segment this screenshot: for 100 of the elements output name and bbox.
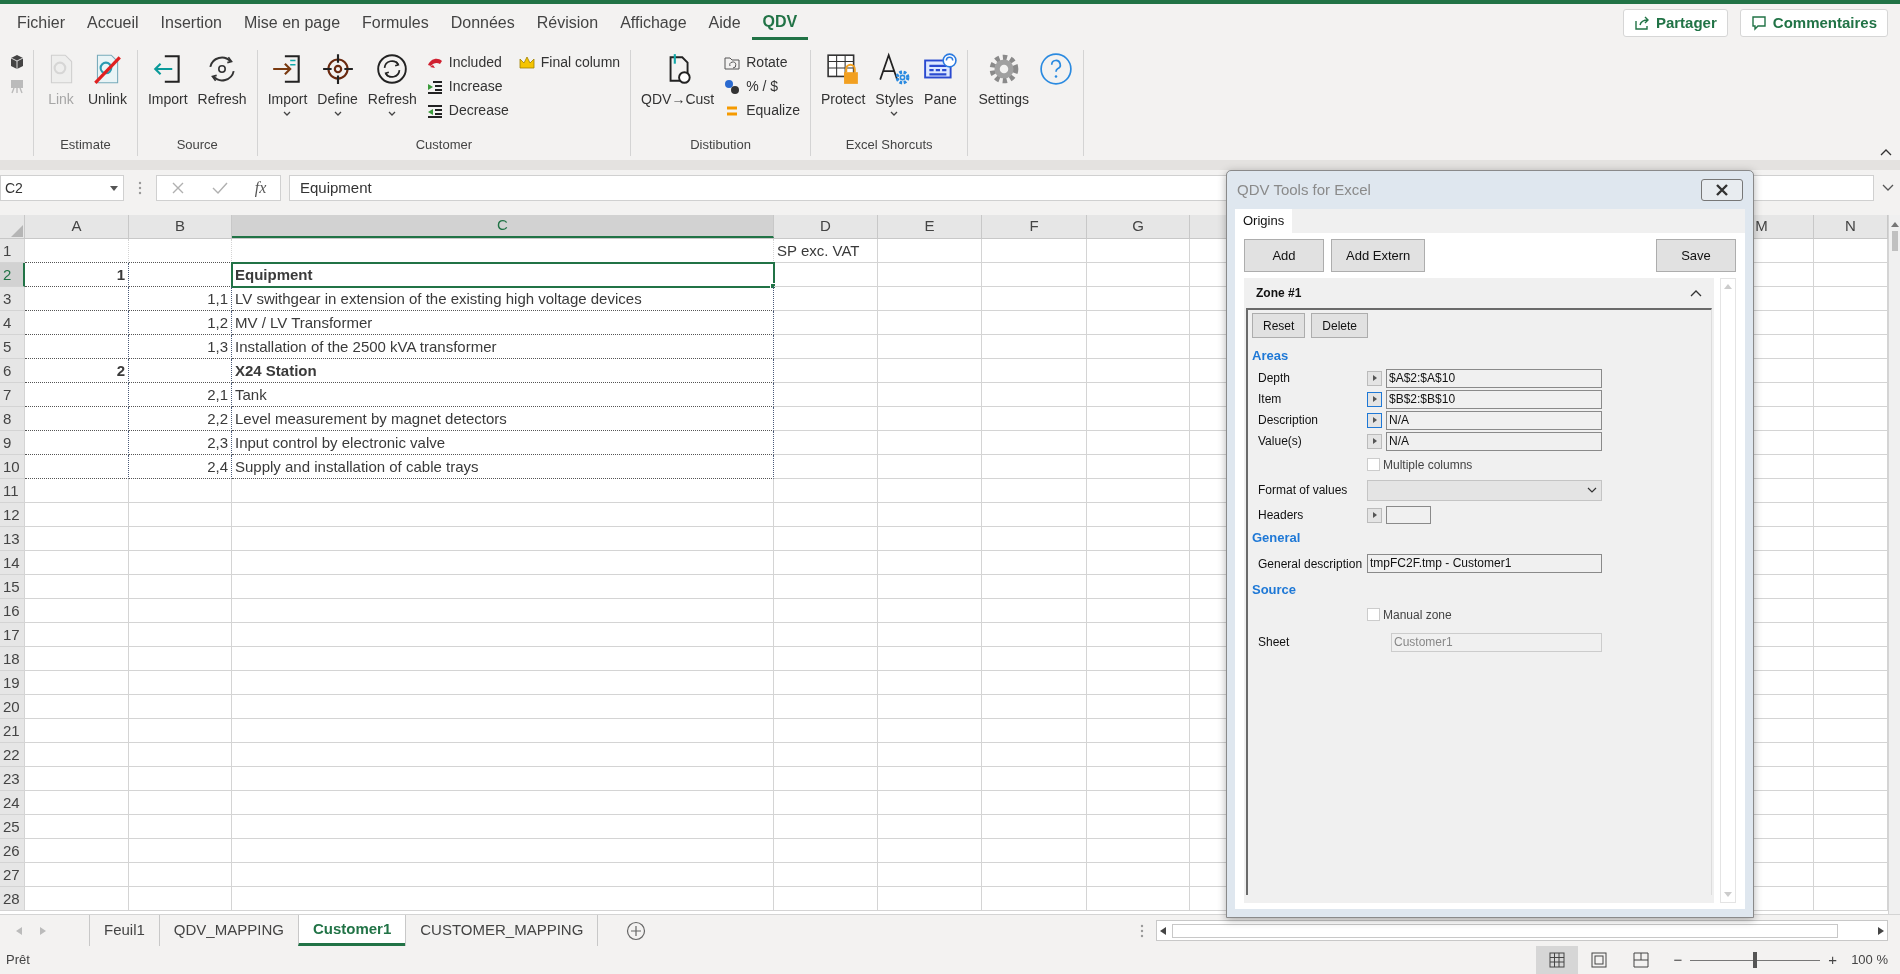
ribbon-button[interactable]: Equalize [724, 100, 800, 121]
row-header[interactable]: 18 [0, 647, 25, 671]
function-button[interactable]: fx [254, 176, 267, 200]
range-picker-button[interactable] [1367, 507, 1382, 523]
menu-tab[interactable]: Données [439, 6, 526, 40]
row-header[interactable]: 5 [0, 335, 25, 359]
dialog-button[interactable]: Add [1244, 239, 1324, 272]
menu-tab[interactable]: Insertion [149, 6, 233, 40]
share-button[interactable]: Partager [1622, 9, 1728, 37]
checkbox[interactable] [1367, 458, 1380, 471]
ribbon-button[interactable]: % / $ [724, 76, 800, 97]
input-field[interactable]: N/A [1386, 410, 1602, 430]
row-header[interactable]: 6 [0, 359, 25, 383]
row-header[interactable]: 24 [0, 791, 25, 815]
close-button[interactable] [1701, 179, 1743, 201]
row-header[interactable]: 23 [0, 767, 25, 791]
ribbon-button[interactable]: Refresh [193, 50, 251, 108]
row-header[interactable]: 25 [0, 815, 25, 839]
scrollbar-thumb[interactable] [1172, 923, 1838, 938]
row-header[interactable]: 8 [0, 407, 25, 431]
table-cell: Level measurement by magnet detectors [232, 407, 774, 431]
row-header[interactable]: 13 [0, 527, 25, 551]
input-field[interactable]: tmpFC2F.tmp - Customer1 [1367, 554, 1602, 573]
slider-thumb[interactable] [1753, 952, 1758, 968]
menu-tab[interactable]: Révision [525, 6, 610, 40]
row-header[interactable]: 22 [0, 743, 25, 767]
ribbon-button[interactable]: Import [263, 50, 312, 118]
ribbon-button[interactable]: QDV→Cust [637, 50, 719, 108]
ribbon-button[interactable]: Included [426, 52, 509, 73]
menu-tab[interactable]: Fichier [6, 6, 76, 40]
zone-button[interactable]: Reset [1252, 313, 1306, 338]
row-header[interactable]: 9 [0, 431, 25, 455]
zoom-in-button[interactable]: + [1828, 948, 1838, 972]
row-header[interactable]: 17 [0, 623, 25, 647]
column-header[interactable]: E [878, 215, 982, 238]
row-header[interactable]: 1 [0, 239, 25, 263]
scrollbar-thumb[interactable] [1891, 231, 1898, 251]
ribbon-button[interactable]: Protect [816, 50, 870, 108]
name-box[interactable]: C2 [0, 175, 124, 201]
row-header[interactable]: 12 [0, 503, 25, 527]
row-header[interactable]: 19 [0, 671, 25, 695]
input-field[interactable] [1386, 506, 1431, 524]
range-picker-button[interactable] [1367, 391, 1382, 407]
row-header[interactable]: 28 [0, 887, 25, 911]
horizontal-scrollbar[interactable] [1156, 920, 1888, 941]
ribbon-button[interactable]: Final column [518, 52, 621, 73]
sheet-tab[interactable]: Customer1 [297, 915, 407, 946]
range-picker-button[interactable] [1367, 370, 1382, 386]
row-header[interactable]: 2 [0, 263, 25, 287]
row-header[interactable]: 7 [0, 383, 25, 407]
input-field[interactable]: N/A [1386, 431, 1602, 451]
row-header[interactable]: 27 [0, 863, 25, 887]
column-header[interactable]: D [774, 215, 878, 238]
input-field[interactable]: $A$2:$A$10 [1386, 368, 1602, 388]
row-header[interactable]: 11 [0, 479, 25, 503]
ribbon-button[interactable]: Settings [974, 50, 1033, 108]
empty-cell[interactable] [129, 359, 232, 383]
row-header[interactable]: 14 [0, 551, 25, 575]
menu-tab[interactable]: Accueil [76, 6, 150, 40]
ribbon-button[interactable]: Import [143, 50, 192, 108]
column-header[interactable]: G [1087, 215, 1190, 238]
ribbon-button[interactable]: Increase [426, 76, 509, 97]
ribbon-button[interactable]: Refresh [363, 50, 421, 118]
ribbon-button[interactable]: Pane [919, 50, 962, 108]
row-header[interactable]: 26 [0, 839, 25, 863]
ribbon-button[interactable]: Unlink [84, 50, 131, 108]
collapse-icon[interactable] [1690, 289, 1702, 297]
row-header[interactable]: 15 [0, 575, 25, 599]
zone-button[interactable]: Delete [1311, 313, 1369, 338]
row-header[interactable]: 4 [0, 311, 25, 335]
row-header[interactable]: 21 [0, 719, 25, 743]
column-header[interactable]: F [982, 215, 1087, 238]
input-field[interactable]: $B$2:$B$10 [1386, 389, 1602, 409]
comments-button[interactable]: Commentaires [1739, 9, 1888, 37]
row-header[interactable]: 16 [0, 599, 25, 623]
ribbon-button[interactable]: Decrease [426, 100, 509, 121]
row-header[interactable]: 3 [0, 287, 25, 311]
range-picker-button[interactable] [1367, 412, 1382, 428]
view-button[interactable] [1535, 946, 1578, 974]
menu-tab[interactable]: Formules [351, 6, 440, 40]
dialog-tab[interactable]: Origins [1235, 209, 1293, 233]
checkbox[interactable] [1367, 608, 1380, 621]
range-picker-button[interactable] [1367, 433, 1382, 449]
column-header[interactable]: A [25, 215, 129, 238]
dialog-button[interactable]: Add Extern [1331, 239, 1426, 272]
ribbon-button[interactable]: Define [313, 50, 362, 118]
menu-tab[interactable]: Mise en page [232, 6, 352, 40]
vertical-scrollbar[interactable] [1720, 278, 1736, 903]
menu-tab[interactable]: Affichage [609, 6, 698, 40]
zoom-out-button[interactable]: − [1673, 948, 1683, 972]
menu-tab[interactable]: Aide [697, 6, 752, 40]
table-cell: Supply and installation of cable trays [232, 455, 774, 479]
row-header[interactable]: 20 [0, 695, 25, 719]
save-button[interactable]: Save [1656, 239, 1736, 272]
column-header[interactable]: C [232, 215, 774, 238]
dropdown[interactable] [1367, 479, 1602, 501]
ribbon-button[interactable]: Rotate [724, 52, 800, 73]
vertical-scrollbar[interactable] [1888, 215, 1900, 914]
row-header[interactable]: 10 [0, 455, 25, 479]
ribbon-button[interactable]: Styles [871, 50, 918, 118]
